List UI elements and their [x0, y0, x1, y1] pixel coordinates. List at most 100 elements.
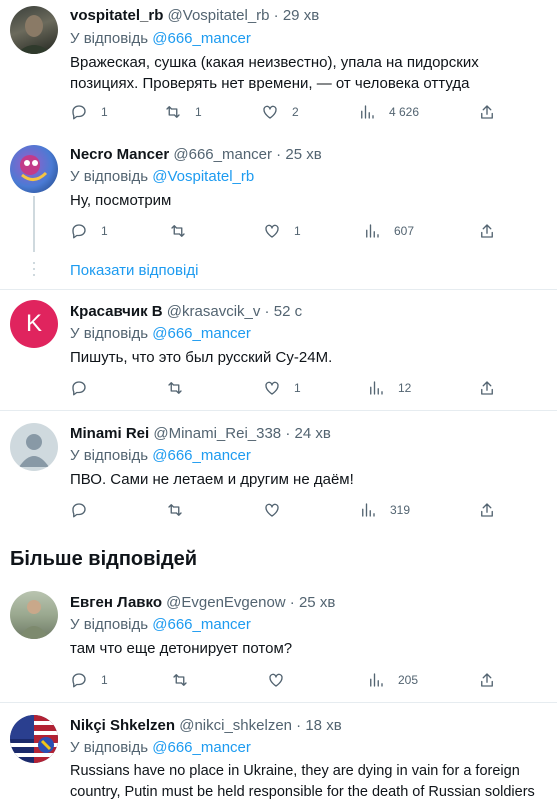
views-button[interactable]: 12	[367, 379, 411, 397]
views-count: 4 626	[389, 105, 420, 119]
reply-to-link[interactable]: @666_mancer	[152, 325, 251, 342]
tweet-time[interactable]: 29 хв	[283, 7, 319, 24]
views-button[interactable]: 319	[359, 501, 410, 519]
share-button[interactable]	[478, 379, 496, 397]
retweet-button[interactable]: 1	[164, 103, 202, 121]
retweet-icon	[173, 674, 187, 686]
reply-icon	[72, 224, 86, 239]
avatar[interactable]: K	[10, 300, 58, 348]
reply-to-link[interactable]: @666_mancer	[152, 447, 251, 464]
author-handle[interactable]: @krasavcik_v	[167, 303, 261, 320]
author-handle[interactable]: @EvgenEvgenow	[166, 594, 285, 611]
reply-count: 1	[101, 673, 108, 687]
reply-button[interactable]: 1	[70, 103, 108, 121]
more-replies-heading: Більше відповідей	[10, 548, 198, 570]
retweet-button[interactable]	[166, 501, 184, 519]
like-count: 1	[294, 224, 301, 238]
reply-to-link[interactable]: @666_mancer	[152, 739, 251, 756]
heart-icon	[263, 105, 277, 119]
reply-prefix: У відповідь	[70, 739, 149, 756]
reply-button[interactable]: 1	[70, 222, 108, 240]
retweet-icon	[171, 225, 185, 237]
tweet-vospitatel[interactable]: vospitatel_rb @Vospitatel_rb · 29 хв У в…	[0, 0, 557, 135]
author-name[interactable]: Necro Mancer	[70, 146, 169, 163]
reply-button[interactable]	[70, 501, 88, 519]
retweet-icon	[168, 382, 182, 394]
tweet-time[interactable]: 24 хв	[295, 425, 331, 442]
share-icon	[481, 105, 493, 119]
heart-icon	[265, 224, 279, 238]
retweet-button[interactable]	[169, 222, 187, 240]
author-name[interactable]: Евген Лавко	[70, 594, 162, 611]
reply-to-link[interactable]: @666_mancer	[152, 30, 251, 47]
like-count: 1	[294, 381, 301, 395]
heart-icon	[265, 503, 279, 517]
tweet-time[interactable]: 25 хв	[285, 146, 321, 163]
tweet-text: ПВО. Сами не летаем и другим не даём!	[70, 471, 354, 488]
reply-icon	[72, 381, 86, 396]
author-name[interactable]: Nikçi Shkelzen	[70, 717, 175, 734]
like-button[interactable]: 1	[263, 379, 301, 397]
tweet-text: Вражеская, сушка (какая неизвестно), упа…	[70, 54, 479, 92]
tweet-time[interactable]: 18 хв	[305, 717, 341, 734]
share-button[interactable]	[478, 222, 496, 240]
tweet-text: Пишуть, что это был русский Су-24М.	[70, 349, 333, 366]
retweet-button[interactable]	[171, 671, 189, 689]
views-count: 12	[398, 381, 412, 395]
author-name[interactable]: Красавчик В	[70, 303, 163, 320]
reply-to-link[interactable]: @Vospitatel_rb	[152, 168, 254, 185]
tweet-minami[interactable]: Minami Rei @Minami_Rei_338 · 24 хв У від…	[0, 411, 557, 533]
views-icon	[362, 503, 375, 517]
author-handle[interactable]: @nikci_shkelzen	[179, 717, 292, 734]
author-handle[interactable]: @666_mancer	[173, 146, 272, 163]
reply-button[interactable]	[70, 379, 88, 397]
views-button[interactable]: 4 626	[358, 103, 419, 121]
like-button[interactable]: 1	[263, 222, 301, 240]
avatar[interactable]	[10, 423, 58, 471]
like-count: 2	[292, 105, 299, 119]
reply-prefix: У відповідь	[70, 325, 149, 342]
retweet-button[interactable]	[166, 379, 184, 397]
share-icon	[481, 381, 493, 395]
show-replies-link[interactable]: Показати відповіді	[70, 262, 198, 279]
views-button[interactable]: 607	[363, 222, 414, 240]
avatar[interactable]	[10, 145, 58, 193]
share-button[interactable]	[478, 103, 496, 121]
share-icon	[481, 224, 493, 238]
reply-button[interactable]: 1	[70, 671, 108, 689]
avatar[interactable]	[10, 591, 58, 639]
author-name[interactable]: Minami Rei	[70, 425, 149, 442]
retweet-icon	[168, 504, 182, 516]
avatar[interactable]	[10, 6, 58, 54]
tweet-evgen[interactable]: Евген Лавко @EvgenEvgenow · 25 хв У відп…	[0, 585, 557, 703]
heart-icon	[265, 381, 279, 395]
views-count: 319	[390, 503, 411, 517]
author-handle[interactable]: @Vospitatel_rb	[168, 7, 270, 24]
like-button[interactable]: 2	[261, 103, 299, 121]
reply-to-link[interactable]: @666_mancer	[152, 616, 251, 633]
views-count: 607	[394, 224, 415, 238]
like-button[interactable]	[263, 501, 281, 519]
reply-icon	[72, 503, 86, 518]
tweet-nikci[interactable]: Nikçi Shkelzen @nikci_shkelzen · 18 хв У…	[0, 703, 557, 808]
share-icon	[481, 673, 493, 687]
views-button[interactable]: 205	[367, 671, 418, 689]
tweet-time[interactable]: 25 хв	[299, 594, 335, 611]
like-button[interactable]	[267, 671, 285, 689]
retweet-count: 1	[195, 105, 202, 119]
avatar[interactable]	[10, 715, 58, 763]
reply-icon	[72, 105, 86, 120]
tweet-text: там что еще детонирует потом?	[70, 640, 293, 657]
views-icon	[370, 673, 383, 687]
share-button[interactable]	[478, 501, 496, 519]
views-count: 205	[398, 673, 419, 687]
tweet-krasavcik[interactable]: K Красавчик В @krasavcik_v · 52 с У відп…	[0, 290, 557, 411]
tweet-text: Russians have no place in Ukraine, they …	[70, 763, 535, 800]
reply-icon	[72, 673, 86, 688]
author-handle[interactable]: @Minami_Rei_338	[153, 425, 281, 442]
author-name[interactable]: vospitatel_rb	[70, 7, 163, 24]
views-icon	[366, 224, 379, 238]
reply-prefix: У відповідь	[70, 447, 149, 464]
tweet-time[interactable]: 52 с	[274, 303, 302, 320]
share-button[interactable]	[478, 671, 496, 689]
